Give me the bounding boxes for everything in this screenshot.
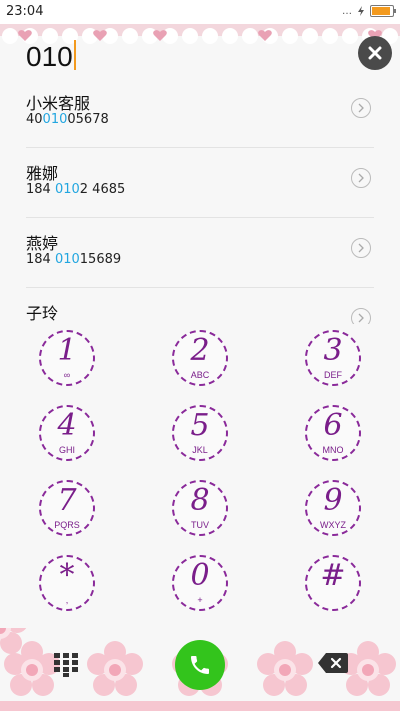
key-digit: 7 [57, 483, 77, 518]
contact-name: 燕婷 [26, 234, 59, 253]
key-digit: 2 [190, 333, 210, 368]
battery-icon [370, 5, 396, 17]
bottom-action-bar [0, 628, 400, 711]
number-match: 010 [42, 112, 68, 127]
key-hash[interactable]: # [305, 555, 361, 611]
number-suffix: 05678 [67, 112, 109, 127]
contact-number: 4001005678 [26, 112, 109, 127]
list-item[interactable]: 燕婷 184 01015689 [0, 218, 400, 288]
key-2[interactable]: 2 ABC [172, 330, 228, 386]
key-digit: 8 [190, 483, 210, 518]
backspace-icon[interactable] [318, 652, 348, 674]
contact-number: 184 0102 4685 [26, 182, 125, 197]
contact-name: 子玲 [26, 304, 59, 323]
voicemail-icon: ∞ [63, 370, 71, 380]
key-digit: 3 [323, 333, 343, 368]
list-item[interactable]: 小米客服 4001005678 [0, 78, 400, 148]
contact-results-list: 小米客服 4001005678 雅娜 184 0102 4685 燕婷 184 … [0, 78, 400, 324]
key-8[interactable]: 8 TUV [172, 480, 228, 536]
number-match: 010 [54, 252, 80, 267]
key-9[interactable]: 9 WXYZ [305, 480, 361, 536]
key-digit: # [320, 558, 346, 593]
number-suffix: 2 4685 [79, 182, 126, 197]
key-digit: 9 [323, 483, 343, 518]
contact-name: 小米客服 [26, 94, 91, 113]
dial-input[interactable]: 010 [26, 40, 76, 73]
key-letters: + [197, 595, 203, 605]
key-letters: JKL [192, 445, 208, 455]
dialpad-grid-icon[interactable] [52, 652, 80, 678]
contact-name: 雅娜 [26, 164, 59, 183]
key-6[interactable]: 6 MNO [305, 405, 361, 461]
key-1[interactable]: 1 ∞ [39, 330, 95, 386]
chevron-right-icon[interactable] [351, 168, 371, 188]
status-time: 23:04 [6, 4, 44, 19]
number-match: 010 [54, 182, 80, 197]
key-digit: 6 [323, 408, 343, 443]
number-prefix: 40 [26, 112, 43, 127]
key-digit: 1 [57, 333, 77, 368]
close-icon [368, 46, 382, 60]
key-letters: GHI [58, 445, 75, 455]
key-letters: MNO [322, 445, 344, 455]
phone-icon [191, 656, 209, 674]
key-digit: 4 [57, 408, 77, 443]
chevron-right-icon[interactable] [351, 238, 371, 258]
charging-icon [358, 6, 364, 16]
dial-input-area[interactable]: 010 [0, 36, 400, 76]
key-digit: * [59, 558, 75, 593]
key-letters: ABC [190, 370, 210, 380]
key-digit: 5 [190, 408, 210, 443]
key-4[interactable]: 4 GHI [39, 405, 95, 461]
call-button[interactable] [175, 640, 225, 690]
key-letters: TUV [191, 520, 209, 530]
key-letters: WXYZ [320, 520, 346, 530]
signal-icon: … [342, 5, 352, 17]
list-item[interactable]: 子玲 [0, 288, 400, 324]
key-letters: DEF [324, 370, 342, 380]
chevron-right-icon[interactable] [351, 98, 371, 118]
key-3[interactable]: 3 DEF [305, 330, 361, 386]
status-bar: 23:04 … [0, 0, 400, 24]
key-7[interactable]: 7 PQRS [39, 480, 95, 536]
text-cursor [73, 40, 76, 70]
list-item[interactable]: 雅娜 184 0102 4685 [0, 148, 400, 218]
key-letters: , [65, 595, 69, 605]
contact-number: 184 01015689 [26, 252, 121, 267]
chevron-right-icon[interactable] [351, 308, 371, 324]
key-0[interactable]: 0 + [172, 555, 228, 611]
dial-keypad: 1 ∞ 2 ABC 3 DEF 4 GHI 5 JKL 6 MNO 7 PQRS 8 TUV 9… [0, 328, 400, 628]
status-icons: … [342, 5, 396, 17]
key-letters: PQRS [54, 520, 80, 530]
number-suffix: 15689 [79, 252, 122, 267]
key-star[interactable]: *, [39, 555, 95, 611]
clear-input-button[interactable] [358, 36, 392, 70]
dial-input-text: 010 [26, 41, 73, 72]
number-prefix: 184 [26, 182, 55, 197]
key-digit: 0 [190, 558, 210, 593]
battery-level [372, 7, 390, 15]
number-prefix: 184 [26, 252, 55, 267]
key-5[interactable]: 5 JKL [172, 405, 228, 461]
